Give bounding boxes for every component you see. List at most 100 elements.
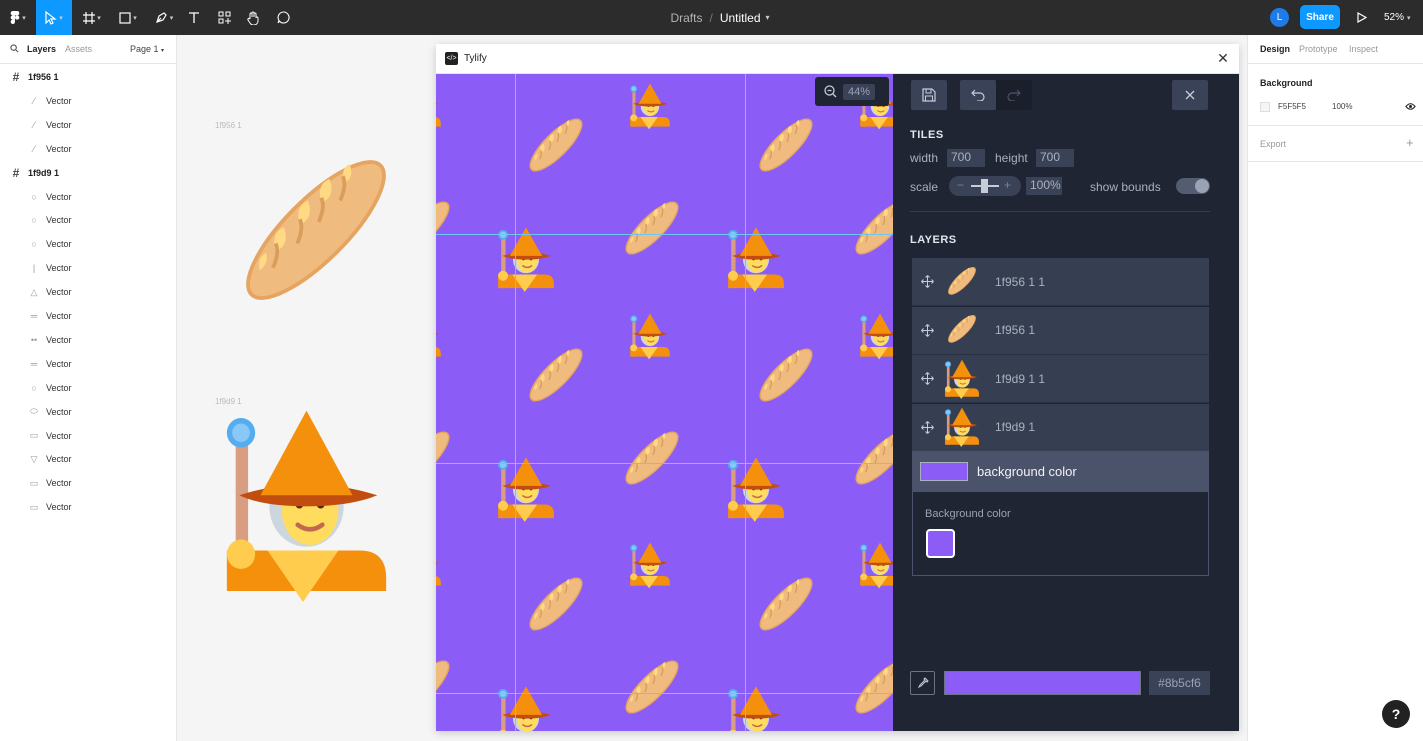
layer-vector[interactable]: ▭ Vector <box>0 497 177 517</box>
baguette-icon[interactable] <box>221 135 411 325</box>
layer-vector[interactable]: ⁄ Vector <box>0 115 177 135</box>
left-panel: Layers Assets Page 1 ▾ #1f956 1 ⁄ Vector ⁄ V… <box>0 35 177 741</box>
layer-vector[interactable]: •• Vector <box>0 330 177 350</box>
main-menu-button[interactable]: ▾ <box>0 0 36 35</box>
redo-button[interactable] <box>996 80 1032 110</box>
background-hex[interactable]: F5F5F5 <box>1278 102 1306 111</box>
breadcrumb-drafts[interactable]: Drafts <box>670 11 702 25</box>
background-opacity[interactable]: 100% <box>1332 102 1352 111</box>
move-handle-icon[interactable] <box>912 420 942 434</box>
preview-zoom-control[interactable]: 44% <box>815 77 889 106</box>
share-button[interactable]: Share <box>1300 5 1340 29</box>
mage-icon <box>629 83 671 130</box>
layer-vector[interactable]: ⬭ Vector <box>0 402 177 422</box>
scrollbar[interactable] <box>1231 74 1239 731</box>
mage-icon <box>497 226 555 293</box>
layer-vector[interactable]: ○ Vector <box>0 234 177 254</box>
plugin-layer-row[interactable]: 1f9d9 1 <box>912 403 1209 452</box>
eyedropper-button[interactable] <box>910 671 935 695</box>
add-export-icon[interactable]: + <box>1406 135 1414 150</box>
layer-vector[interactable]: ○ Vector <box>0 187 177 207</box>
vector-icon: ○ <box>31 191 37 202</box>
frame-label-baguette[interactable]: 1f956 1 <box>215 121 242 130</box>
layer-vector[interactable]: ▽ Vector <box>0 449 177 469</box>
close-plugin-button[interactable]: ✕ <box>1215 50 1231 66</box>
chevron-down-icon[interactable]: ▾ <box>766 13 770 22</box>
hand-tool-button[interactable] <box>243 0 263 35</box>
file-title[interactable]: Untitled <box>720 11 761 25</box>
plugin-layer-row[interactable]: 1f956 1 <box>912 306 1209 355</box>
zoom-out-icon[interactable] <box>824 85 837 98</box>
plugin-layer-row[interactable]: 1f9d9 1 1 <box>912 355 1209 403</box>
plugin-header: </> Tylify ✕ <box>436 44 1239 74</box>
tab-design[interactable]: Design <box>1260 44 1290 54</box>
layer-frame[interactable]: #1f956 1 <box>0 67 177 87</box>
zoom-dropdown[interactable]: 52% ▾ <box>1384 0 1411 35</box>
background-color-swatch[interactable] <box>926 529 955 558</box>
layer-vector[interactable]: ═ Vector <box>0 354 177 374</box>
layer-vector[interactable]: ▭ Vector <box>0 426 177 446</box>
mage-icon <box>726 226 785 293</box>
width-input[interactable]: 700 <box>947 149 985 167</box>
right-panel-tabs: Design Prototype Inspect <box>1248 35 1423 64</box>
undo-button[interactable] <box>960 80 996 110</box>
present-button[interactable] <box>1352 0 1372 35</box>
frame-icon: # <box>12 165 20 180</box>
resources-button[interactable] <box>214 0 234 35</box>
pen-tool-button[interactable]: ▾ <box>148 0 180 35</box>
move-handle-icon[interactable] <box>912 323 942 337</box>
background-color-row[interactable]: background color <box>912 451 1209 492</box>
mage-icon <box>859 312 893 360</box>
avatar[interactable]: L <box>1270 8 1289 27</box>
move-handle-icon[interactable] <box>912 275 942 288</box>
tab-layers[interactable]: Layers <box>27 44 56 54</box>
close-panel-button[interactable] <box>1172 80 1208 110</box>
frame-label-mage[interactable]: 1f9d9 1 <box>215 397 242 406</box>
frame-tool-button[interactable]: ▾ <box>76 0 108 35</box>
pattern-preview[interactable]: 44% <box>436 74 893 731</box>
chevron-down-icon: ▾ <box>133 14 137 22</box>
layer-vector[interactable]: ⁄ Vector <box>0 139 177 159</box>
plus-icon[interactable]: + <box>1004 178 1011 192</box>
chevron-down-icon: ▾ <box>161 48 165 54</box>
minus-icon[interactable]: − <box>957 178 964 192</box>
eye-icon[interactable] <box>1405 102 1416 114</box>
layer-vector[interactable]: ⁄ Vector <box>0 91 177 111</box>
scale-input[interactable]: 100% <box>1026 177 1062 195</box>
comment-tool-button[interactable] <box>273 0 293 35</box>
mage-icon[interactable] <box>218 407 395 602</box>
background-swatch[interactable] <box>1260 102 1270 112</box>
move-handle-icon[interactable] <box>912 372 942 385</box>
help-button[interactable]: ? <box>1382 700 1410 728</box>
scale-slider[interactable]: − + <box>949 176 1021 196</box>
show-bounds-toggle[interactable] <box>1176 178 1210 194</box>
shape-tool-button[interactable]: ▾ <box>112 0 144 35</box>
layer-vector[interactable]: ═ Vector <box>0 306 177 326</box>
hex-input[interactable]: #8b5cf6 <box>1149 671 1210 695</box>
page-selector[interactable]: Page 1 ▾ <box>130 44 164 54</box>
plugin-title: Tylify <box>464 53 487 64</box>
plugin-window: </> Tylify ✕ 44% TILES width 700 height <box>436 44 1239 731</box>
layer-vector[interactable]: ▭ Vector <box>0 473 177 493</box>
color-preview-bar[interactable] <box>944 671 1141 695</box>
tab-inspect[interactable]: Inspect <box>1349 44 1378 54</box>
vector-icon: ⁄ <box>33 143 35 154</box>
baguette-icon <box>522 570 590 638</box>
layer-vector[interactable]: △ Vector <box>0 282 177 302</box>
layer-vector[interactable]: ○ Vector <box>0 210 177 230</box>
height-input[interactable]: 700 <box>1036 149 1074 167</box>
layer-vector[interactable]: | Vector <box>0 258 177 278</box>
vector-icon: ⁄ <box>33 119 35 130</box>
tab-prototype[interactable]: Prototype <box>1299 44 1338 54</box>
search-icon[interactable] <box>10 44 19 56</box>
baguette-icon <box>618 653 686 721</box>
text-tool-button[interactable] <box>184 0 204 35</box>
layer-vector[interactable]: ○ Vector <box>0 378 177 398</box>
move-tool-button[interactable]: ▾ <box>36 0 72 35</box>
plugin-layer-row[interactable]: 1f956 1 1 <box>912 258 1209 306</box>
layer-frame[interactable]: #1f9d9 1 <box>0 163 177 183</box>
baguette-icon <box>436 424 456 491</box>
layer-label: Vector <box>46 263 72 274</box>
tab-assets[interactable]: Assets <box>65 44 92 54</box>
save-button[interactable] <box>911 80 947 110</box>
